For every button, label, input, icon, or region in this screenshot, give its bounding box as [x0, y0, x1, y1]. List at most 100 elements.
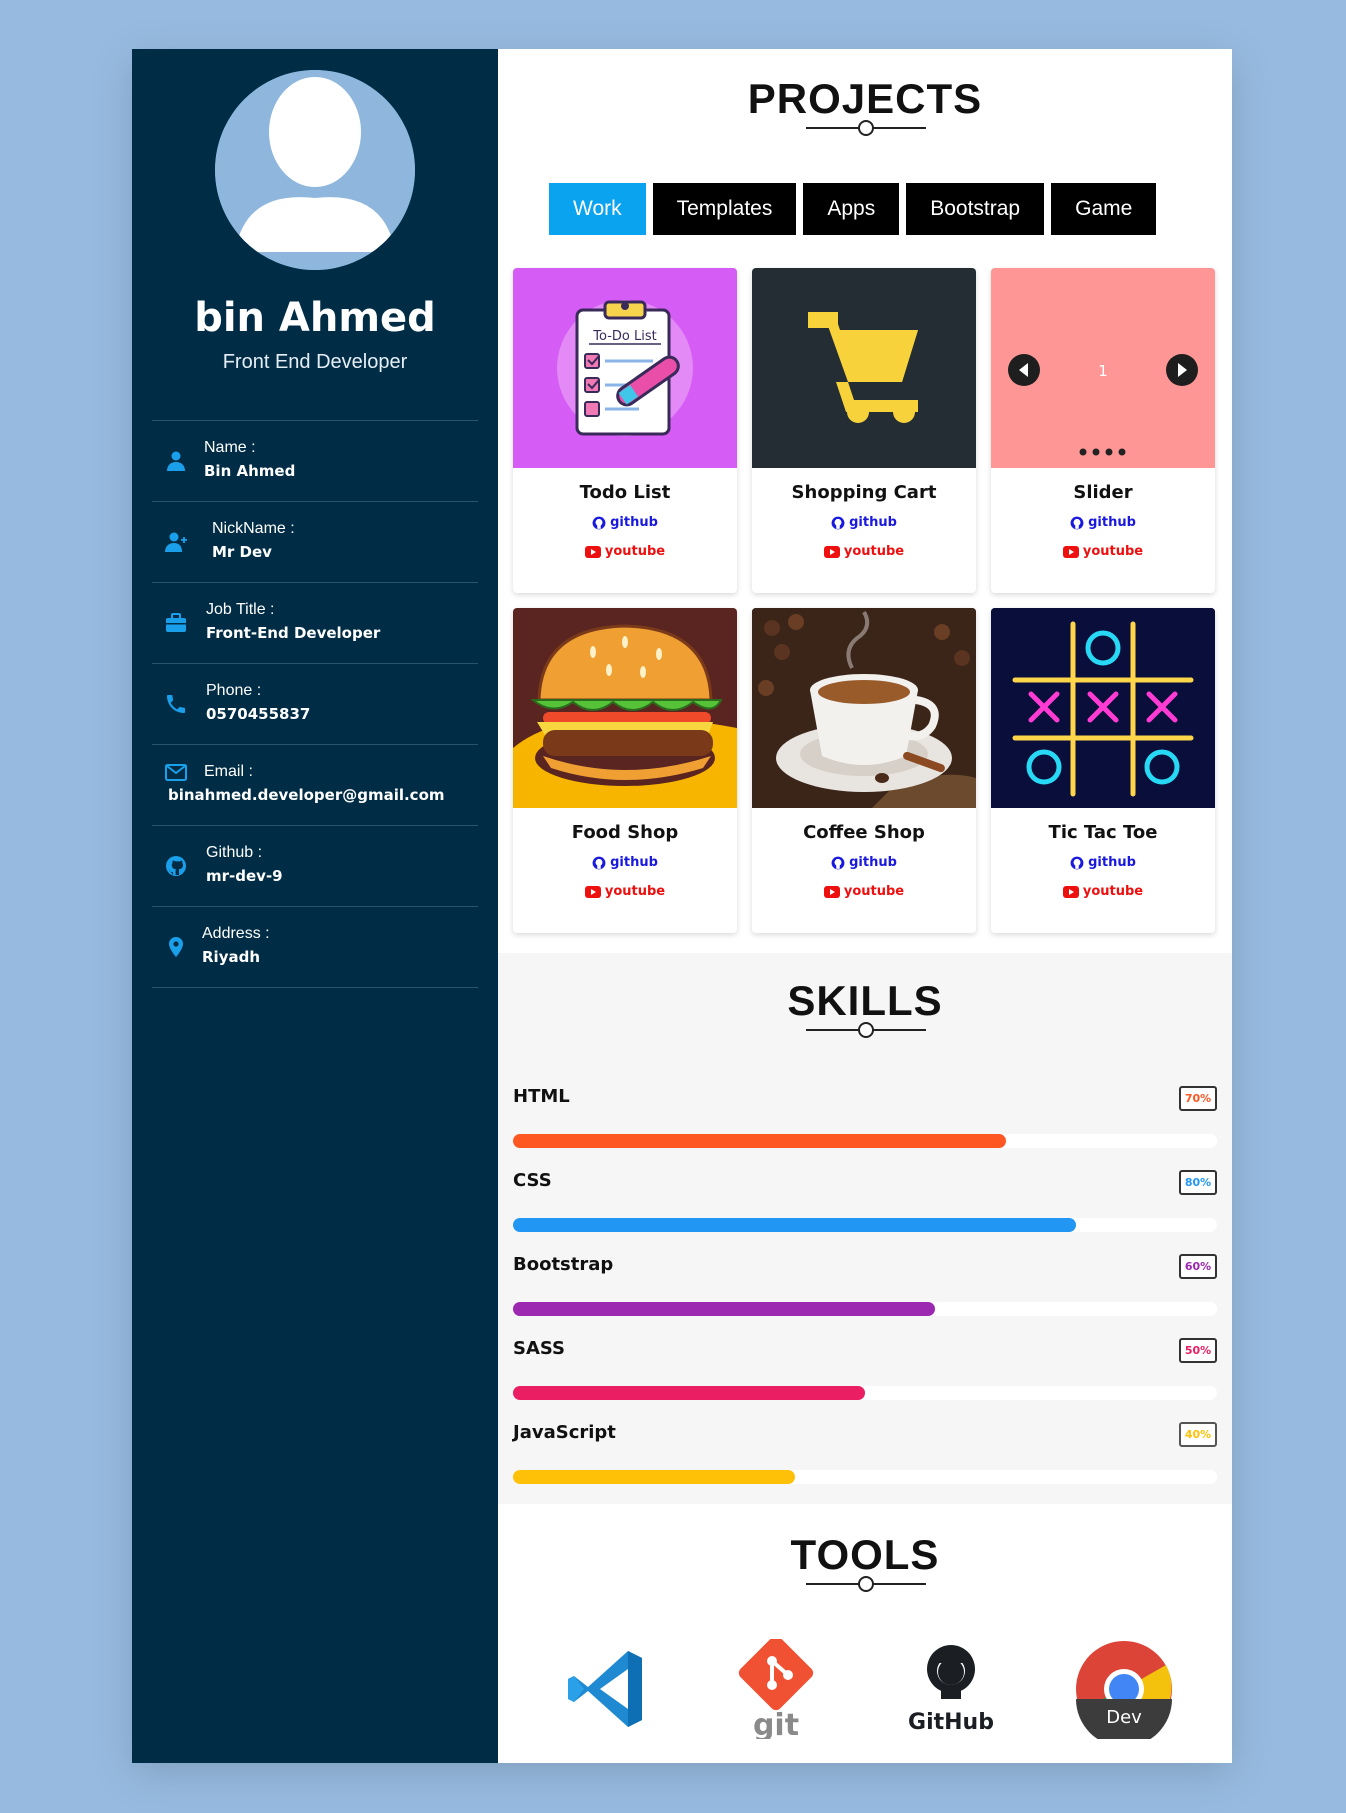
- youtube-link-label: youtube: [1082, 884, 1144, 899]
- github-link-label: github: [849, 515, 897, 530]
- filter-work-button[interactable]: Work: [549, 183, 646, 235]
- info-label: Phone :: [206, 682, 262, 699]
- tools-title: TOOLS: [790, 1531, 940, 1578]
- project-card[interactable]: To-Do List Todo List github youtube: [513, 268, 737, 593]
- youtube-icon: [1062, 885, 1079, 898]
- tools-list: git GitHub Dev: [498, 1639, 1232, 1749]
- filter-templates-button[interactable]: Templates: [652, 183, 797, 235]
- youtube-link[interactable]: youtube: [991, 544, 1215, 559]
- info-label: Job Title :: [206, 601, 275, 618]
- project-title: Shopping Cart: [791, 482, 937, 503]
- github-link[interactable]: github: [513, 855, 737, 870]
- youtube-icon: [823, 545, 840, 558]
- git-icon: git: [738, 1639, 814, 1739]
- skills-section: SKILLS HTML 70% CSS 80% Bootstrap 60% SA…: [498, 953, 1232, 1504]
- info-item-nickname: NickName : Mr Dev: [152, 502, 478, 583]
- burger-icon: [513, 624, 737, 808]
- info-label: Name :: [204, 439, 256, 456]
- filter-apps-button[interactable]: Apps: [803, 183, 900, 235]
- skill-name: SASS: [513, 1338, 566, 1359]
- skill-name: JavaScript: [513, 1422, 616, 1443]
- youtube-link[interactable]: youtube: [991, 884, 1215, 899]
- food-shop-image: [513, 608, 737, 808]
- github-icon: [831, 516, 845, 529]
- skill-bar: [513, 1134, 1006, 1148]
- project-card[interactable]: Shopping Cart github youtube: [752, 268, 976, 593]
- profile-role: Front End Developer: [222, 351, 408, 373]
- user-plus-icon: [165, 532, 187, 552]
- youtube-icon: [584, 545, 601, 558]
- skill-percent-badge: 50%: [1179, 1338, 1217, 1363]
- github-logo-icon: GitHub: [908, 1645, 994, 1735]
- filter-bootstrap-button[interactable]: Bootstrap: [906, 183, 1045, 235]
- project-card[interactable]: Coffee Shop github youtube: [752, 608, 976, 933]
- info-item-github: Github : mr-dev-9: [152, 826, 478, 907]
- skill-percent-badge: 80%: [1179, 1170, 1217, 1195]
- info-item-job-title: Job Title : Front-End Developer: [152, 583, 478, 664]
- project-grid: To-Do List Todo List github youtube Shop…: [513, 268, 1215, 933]
- youtube-icon: [1062, 545, 1079, 558]
- github-link[interactable]: github: [991, 515, 1215, 530]
- project-card[interactable]: 1 Slider github youtube: [991, 268, 1215, 593]
- title-divider-icon: [806, 120, 926, 136]
- github-icon: [1070, 856, 1084, 869]
- tic-tac-toe-image: [991, 608, 1215, 808]
- projects-title: PROJECTS: [747, 75, 983, 122]
- youtube-link[interactable]: youtube: [513, 544, 737, 559]
- project-card[interactable]: Tic Tac Toe github youtube: [991, 608, 1215, 933]
- git-text: git: [753, 1708, 799, 1739]
- youtube-link-label: youtube: [1082, 544, 1144, 559]
- github-link[interactable]: github: [513, 515, 737, 530]
- info-label: Github :: [206, 844, 263, 861]
- github-link[interactable]: github: [752, 515, 976, 530]
- youtube-link-label: youtube: [843, 544, 905, 559]
- youtube-link[interactable]: youtube: [513, 884, 737, 899]
- github-icon: [592, 516, 606, 529]
- github-link-label: github: [849, 855, 897, 870]
- github-link-label: github: [1088, 515, 1136, 530]
- project-title: Todo List: [579, 482, 671, 503]
- skill-track: [513, 1386, 1217, 1400]
- shopping-cart-image: [752, 268, 976, 468]
- github-icon: [831, 856, 845, 869]
- skill-bar: [513, 1386, 865, 1400]
- skill-percent-badge: 40%: [1179, 1422, 1217, 1447]
- info-item-email: Email : binahmed.developer@gmail.com: [152, 745, 478, 826]
- github-link[interactable]: github: [752, 855, 976, 870]
- slider-image: 1: [991, 268, 1215, 468]
- skill-percent-badge: 60%: [1179, 1254, 1217, 1279]
- chrome-dev-icon: Dev: [1076, 1641, 1172, 1739]
- github-link[interactable]: github: [991, 855, 1215, 870]
- skill-name: HTML: [513, 1086, 570, 1107]
- info-value: 0570455837: [206, 705, 311, 723]
- youtube-link[interactable]: youtube: [752, 544, 976, 559]
- info-value: binahmed.developer@gmail.com: [168, 786, 445, 804]
- skill-track: [513, 1134, 1217, 1148]
- youtube-link-label: youtube: [843, 884, 905, 899]
- main-content: PROJECTS Work Templates Apps Bootstrap G…: [498, 49, 1232, 1763]
- github-link-label: github: [610, 855, 658, 870]
- slider-number: 1: [1098, 362, 1108, 380]
- map-pin-icon: [169, 937, 183, 957]
- profile-name: bin Ahmed: [194, 295, 436, 341]
- user-icon: [167, 451, 185, 471]
- coffee-shop-image: [752, 608, 976, 808]
- info-label: Address :: [202, 925, 270, 942]
- github-text: GitHub: [908, 1710, 994, 1735]
- project-title: Slider: [1073, 482, 1133, 503]
- project-title: Coffee Shop: [803, 822, 925, 843]
- project-card[interactable]: Food Shop github youtube: [513, 608, 737, 933]
- title-divider-icon: [806, 1022, 926, 1038]
- info-value: Front-End Developer: [206, 624, 381, 642]
- youtube-link[interactable]: youtube: [752, 884, 976, 899]
- phone-icon: [167, 695, 185, 713]
- skill-bar: [513, 1302, 936, 1316]
- skill-bar: [513, 1218, 1077, 1232]
- github-icon: [1070, 516, 1084, 529]
- project-title: Tic Tac Toe: [1048, 822, 1158, 843]
- todo-image-text: To-Do List: [592, 329, 656, 344]
- info-item-name: Name : Bin Ahmed: [152, 421, 478, 502]
- filter-game-button[interactable]: Game: [1051, 183, 1157, 235]
- todo-list-image: To-Do List: [513, 268, 737, 468]
- skill-track: [513, 1470, 1217, 1484]
